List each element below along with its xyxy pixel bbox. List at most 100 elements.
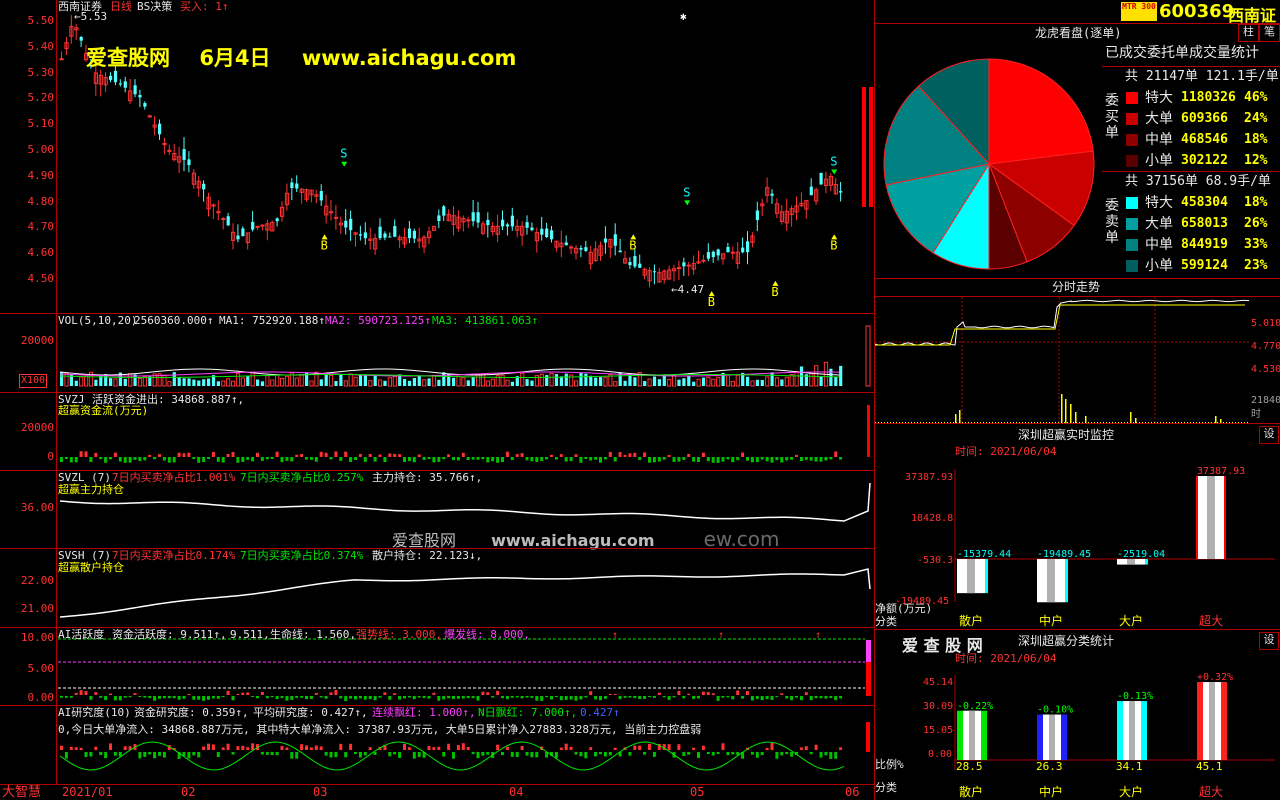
candle — [510, 215, 514, 227]
volume-bar — [594, 377, 598, 386]
sell-arrow-icon — [684, 200, 691, 206]
flow-bar — [246, 457, 250, 460]
flow-bar — [138, 457, 142, 462]
research-bar — [368, 747, 372, 750]
activity-bar — [721, 696, 725, 698]
intraday-panel[interactable]: 分时走势 5.010 4.770 4.530 21840 时 — [875, 278, 1280, 424]
research-bar — [461, 743, 465, 750]
flow-bar — [89, 457, 93, 463]
svsh-holding: 散户持仓: 22.123↓, — [372, 549, 483, 562]
volume-bar — [437, 379, 441, 386]
volume-bar — [485, 380, 490, 387]
activity-bar — [383, 692, 387, 695]
activity-bar — [118, 696, 122, 701]
volume-panel[interactable]: VOL(5,10,20) 2560360.000↑ MA1: 752920.18… — [0, 314, 875, 392]
research-bar — [314, 745, 318, 750]
flow-bar — [74, 457, 78, 463]
order-percent: 24% — [1244, 111, 1268, 126]
legend-swatch — [1126, 134, 1138, 146]
activity-bar — [785, 696, 789, 699]
activity-bar — [750, 696, 754, 701]
volume-bar — [353, 376, 358, 387]
flow-bar — [834, 451, 838, 457]
flow-bar — [603, 457, 607, 460]
research-bar — [329, 752, 333, 758]
volume-bar — [221, 380, 226, 387]
price-axis-label: 5.10 — [27, 117, 55, 131]
activity-bar — [476, 696, 480, 701]
activity-bar — [251, 696, 255, 698]
category-name: 超大 — [1199, 784, 1223, 799]
category-name: 超大 — [1199, 613, 1223, 628]
ai-research-panel[interactable]: AI研究度(10) 资金研究度: 0.359↑, 平均研究度: 0.427↑, … — [0, 706, 875, 784]
activity-bar — [305, 696, 308, 699]
ai-active-lifeline: 生命线: 1.560, — [270, 628, 356, 641]
flow-bar — [187, 452, 191, 457]
ai-active-b: 9.511, — [230, 628, 270, 641]
activity-bar — [373, 696, 377, 701]
research-bar — [711, 752, 715, 756]
volume-bar — [299, 374, 304, 387]
flow-bar — [496, 457, 500, 463]
activity-bar — [804, 692, 808, 695]
svzl-holding: 主力持仓: 35.766↑, — [372, 471, 483, 484]
candle — [275, 218, 279, 222]
svsh-panel[interactable]: SVSH (7) 7日内买卖净占比0.174% 7日内买卖净占比0.374% 散… — [0, 549, 875, 627]
svzl-panel[interactable]: SVZL (7) 7日内买卖净占比1.001% 7日内买卖净占比0.257% 主… — [0, 471, 875, 551]
research-bar — [285, 747, 289, 750]
volume-bar — [696, 378, 701, 387]
volume-bar — [520, 372, 525, 387]
ai-active-burst: 爆发线: 8.000, — [444, 628, 530, 641]
volume-bar — [123, 378, 127, 386]
ratio-change: -0.10% — [1037, 705, 1073, 716]
candle — [530, 227, 534, 231]
period-label[interactable]: 日线 — [110, 0, 132, 13]
candle — [393, 226, 397, 237]
activity-bar — [84, 691, 88, 695]
flow-bar — [354, 457, 357, 460]
flow-bar — [417, 454, 421, 457]
ai-axis-a: 10.00 — [20, 631, 54, 644]
activity-bar — [354, 696, 357, 700]
activity-bar — [481, 691, 485, 695]
research-bar — [109, 743, 112, 750]
buy-signal-mark: B — [321, 238, 328, 252]
research-bar — [677, 744, 681, 750]
activity-bar — [270, 696, 274, 698]
activity-bar — [824, 696, 828, 699]
research-bar — [579, 752, 583, 757]
research-bar — [187, 752, 191, 759]
research-bar — [775, 752, 779, 759]
pie-slice — [988, 58, 1094, 165]
flow-bar — [554, 457, 558, 460]
main-chart-panel[interactable]: BBBBBBSSSS✱ 西南证券 日线 BS决策 买入: 1↑ ←5.53 ←4… — [0, 0, 875, 313]
flow-bar — [682, 457, 686, 460]
volume-bar — [109, 378, 113, 386]
activity-bar — [623, 696, 627, 698]
cat-category-label: 分类 — [875, 781, 897, 794]
svzj-panel[interactable]: SVZJ 活跃资金进出: 34868.887↑, 超赢资金流(万元) 20000… — [0, 393, 875, 470]
activity-bar — [393, 693, 397, 695]
indicator-name[interactable]: BS决策 — [137, 0, 172, 13]
flow-bar — [809, 457, 813, 461]
research-bar — [765, 747, 769, 750]
ai-research-label: AI研究度(10) — [58, 706, 131, 719]
volume-bar — [207, 378, 211, 386]
candle — [59, 58, 64, 61]
flow-bar — [412, 457, 416, 463]
candle — [344, 220, 348, 228]
research-bar — [476, 752, 480, 759]
research-bar — [554, 752, 558, 759]
activity-bar — [554, 696, 558, 698]
activity-bar — [236, 693, 240, 695]
candle — [476, 212, 480, 223]
research-bar — [231, 752, 235, 755]
activity-bar — [755, 696, 759, 700]
activity-bar — [309, 696, 313, 700]
candle — [755, 210, 759, 220]
ai-axis-b: 5.00 — [27, 662, 55, 675]
ai-active-panel[interactable]: ↑ ↑ ↑ AI活跃度 资金活跃度: 9.511↑, 9.511, 生命线: 1.5… — [0, 628, 875, 705]
volume-bar — [265, 375, 270, 387]
flow-bar — [510, 457, 514, 460]
activity-bar — [363, 696, 367, 700]
